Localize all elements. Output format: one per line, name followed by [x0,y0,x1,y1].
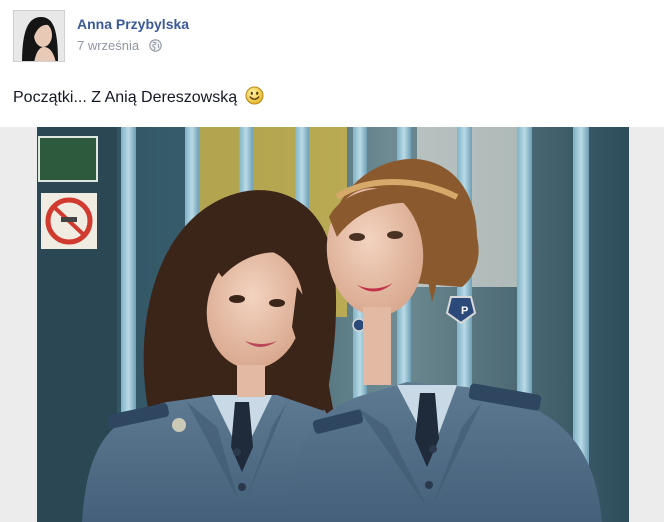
smiley-emoji [245,86,264,110]
author-name[interactable]: Anna Przybylska [77,16,189,32]
avatar[interactable] [13,10,65,62]
post-header: Anna Przybylska 7 września [13,10,653,62]
post-meta: 7 września [77,38,162,55]
badge-letter: P [461,305,468,317]
globe-icon[interactable] [149,39,162,55]
photo-container: P [0,127,664,522]
post-message: Początki... Z Anią Dereszowską [13,89,238,106]
post-text: Początki... Z Anią Dereszowską [13,86,264,110]
post-photo[interactable]: P [37,127,629,522]
post-date[interactable]: 7 września [77,38,139,53]
